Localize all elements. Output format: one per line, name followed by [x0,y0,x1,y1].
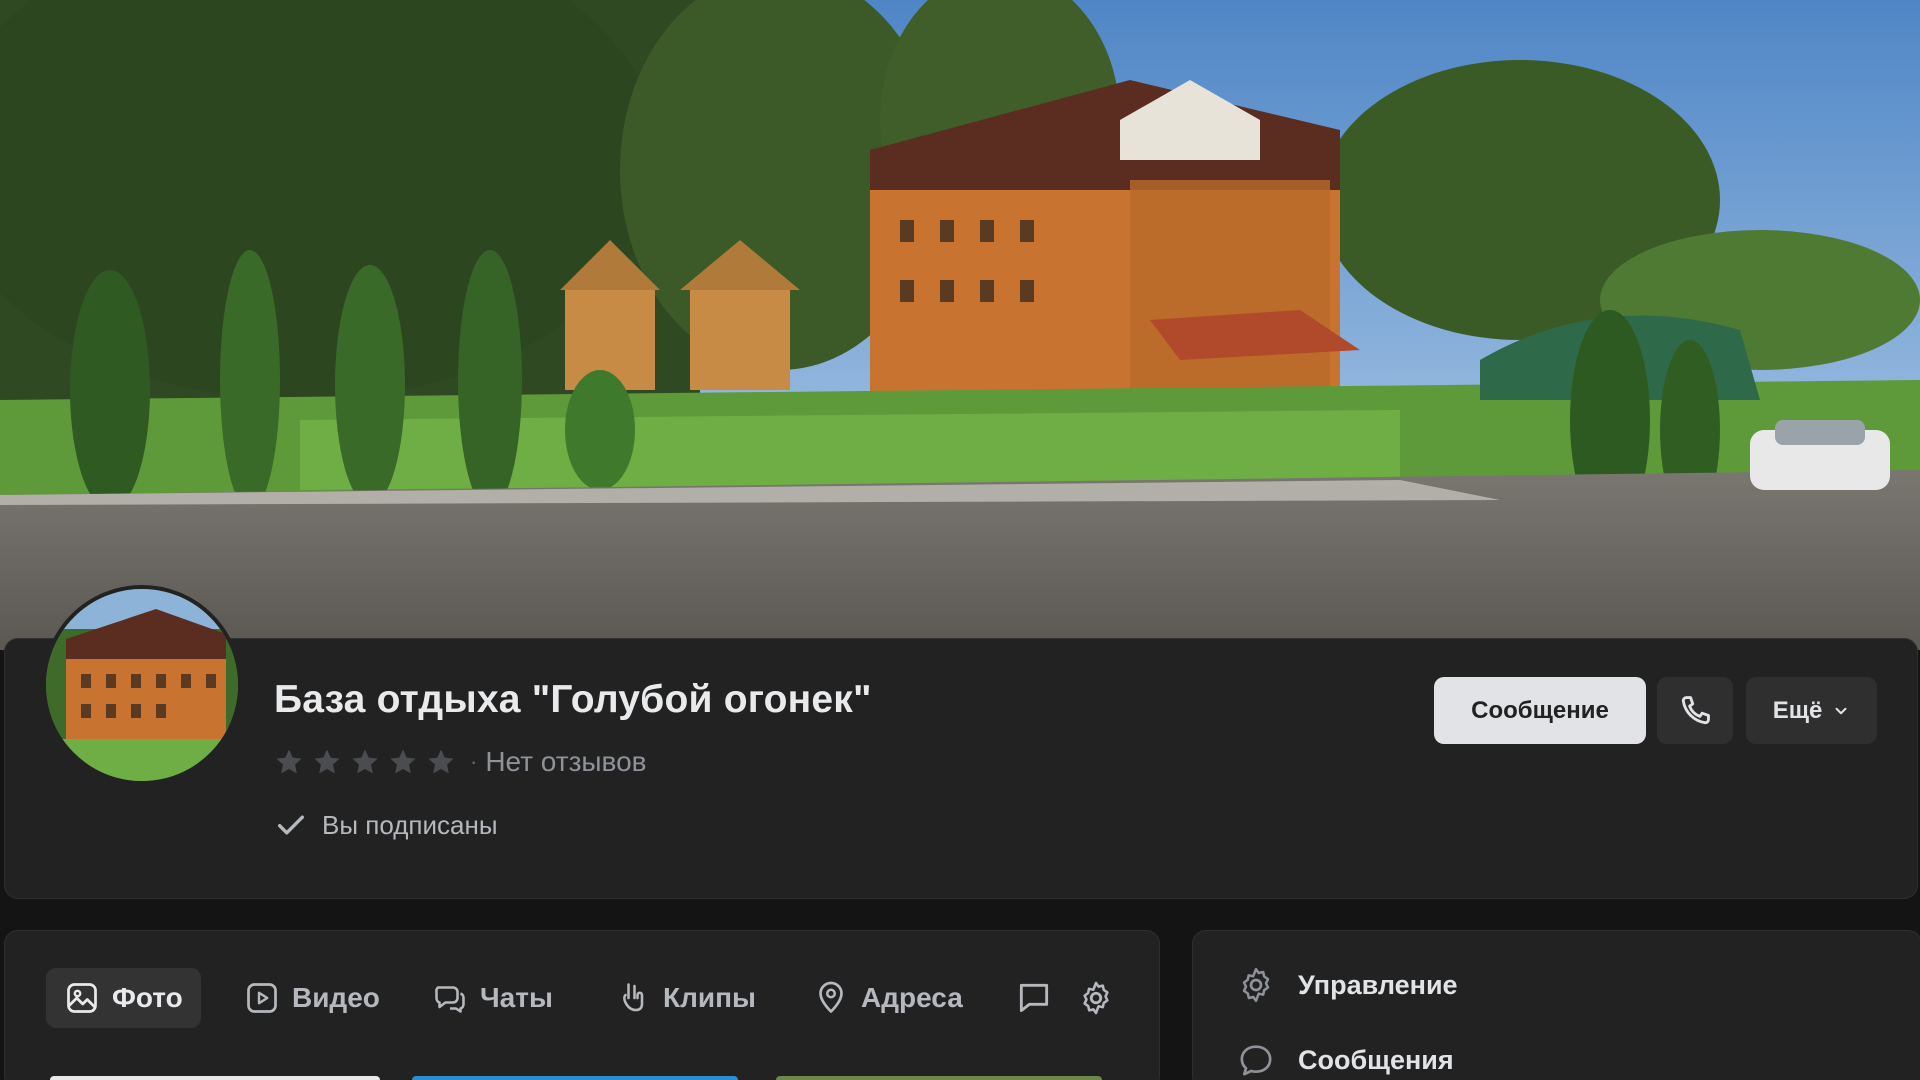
tab-label: Фото [112,982,183,1013]
gear-icon [1242,967,1270,1003]
star-icon [352,749,378,774]
side-item-manage[interactable]: Управление [1236,965,1458,1005]
star-icon [428,749,454,774]
rating-row: · Нет отзывов [274,746,647,778]
phone-icon [1681,695,1710,724]
cover-photo [0,0,1920,650]
side-item-label: Сообщения [1298,1044,1454,1075]
star-icon [390,749,416,774]
comment-icon [1019,983,1049,1013]
check-icon [277,815,305,835]
tab-label: Чаты [480,982,553,1013]
more-button[interactable]: Ещё [1746,677,1877,744]
photo-icon [67,983,97,1013]
side-item-messages[interactable]: Сообщения [1236,1040,1454,1080]
tabs-settings-button[interactable] [1073,975,1119,1021]
group-title: База отдыха "Голубой огонек" [274,678,872,721]
tab-photo[interactable]: Фото [46,968,201,1028]
call-button[interactable] [1657,677,1733,744]
subscribed-status[interactable]: Вы подписаны [274,808,498,842]
rating-separator: · [470,749,478,774]
tab-video[interactable]: Видео [226,968,398,1028]
avatar-image [46,589,238,781]
reviews-link[interactable]: Нет отзывов [485,746,646,778]
chats-icon [435,986,465,1013]
side-item-label: Управление [1298,969,1458,1000]
photo-thumbnail[interactable] [412,1076,738,1080]
clips-icon [623,983,644,1012]
message-bubble-icon [1240,1045,1272,1076]
resort-cover-photo [0,0,1920,650]
tab-label: Клипы [663,982,756,1013]
tab-chats[interactable]: Чаты [414,968,571,1028]
star-icon [314,749,340,774]
more-label: Ещё [1772,696,1823,724]
location-icon [819,981,843,1013]
subscribed-label: Вы подписаны [322,809,498,840]
video-icon [247,983,277,1013]
settings-icon [1083,981,1109,1015]
photo-thumbnail[interactable] [776,1076,1102,1080]
message-button[interactable]: Сообщение [1434,677,1646,744]
star-icon [276,749,302,774]
tab-label: Адреса [861,982,963,1013]
tab-clips[interactable]: Клипы [597,968,774,1028]
photo-thumbnail[interactable] [50,1076,380,1080]
comments-button[interactable] [1011,975,1057,1021]
group-avatar[interactable] [42,585,242,785]
chevron-down-icon [1835,707,1847,714]
tab-label: Видео [292,982,380,1013]
tab-addresses[interactable]: Адреса [795,968,981,1028]
